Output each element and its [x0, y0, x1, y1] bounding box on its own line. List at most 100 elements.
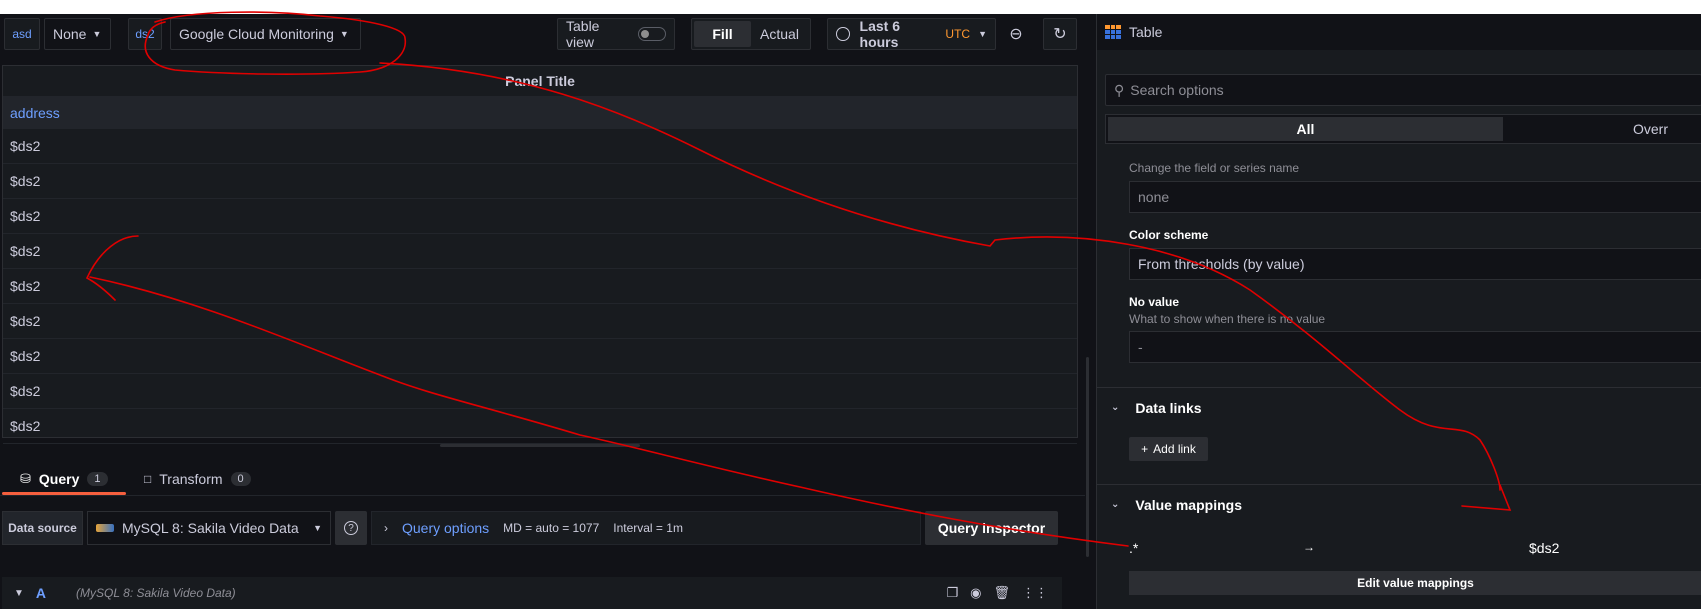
data-links-section[interactable]: ⌄ Data links — [1097, 387, 1701, 427]
variable-value: None — [53, 26, 87, 42]
data-source-value: MySQL 8: Sakila Video Data — [122, 520, 299, 536]
query-datasource-name: (MySQL 8: Sakila Video Data) — [76, 586, 236, 600]
tab-all[interactable]: All — [1108, 117, 1503, 141]
tab-count: 1 — [87, 472, 108, 486]
color-scheme-label: Color scheme — [1129, 228, 1209, 242]
zoom-out-icon: ⊖ — [1009, 26, 1023, 43]
table-row: $ds2 — [3, 164, 1077, 199]
search-icon: ⚲ — [1114, 81, 1125, 98]
chevron-down-icon: ▼ — [92, 29, 102, 39]
database-icon: ⛁ — [20, 471, 31, 486]
no-value-input[interactable]: - — [1129, 331, 1701, 363]
chevron-down-icon: ⌄ — [1111, 499, 1120, 510]
fill-option[interactable]: Fill — [694, 21, 751, 47]
table-row: $ds2 — [3, 129, 1077, 164]
max-data-points-info: MD = auto = 1077 — [503, 521, 600, 535]
toggle-switch[interactable] — [638, 27, 666, 41]
mysql-logo-icon — [96, 524, 114, 532]
variable-label-asd: asd — [4, 18, 40, 50]
top-edge — [0, 0, 1701, 14]
tab-transform[interactable]: □ Transform 0 — [144, 462, 251, 496]
panel-preview: Panel Title address $ds2 $ds2 $ds2 $ds2 … — [2, 65, 1078, 444]
drag-handle-icon[interactable]: ⋮⋮ — [1022, 585, 1048, 601]
refresh-icon: ↻ — [1053, 26, 1067, 43]
actual-option[interactable]: Actual — [751, 21, 808, 47]
data-source-label: Data source — [2, 511, 83, 545]
help-button[interactable]: ? — [335, 511, 367, 545]
query-ref-id[interactable]: A — [36, 585, 46, 601]
arrow-right-icon: → — [1303, 540, 1315, 554]
table-row: $ds2 — [3, 409, 1077, 444]
fill-actual-switch: Fill Actual — [691, 18, 811, 50]
chevron-right-icon: › — [384, 521, 388, 535]
value-mapping-row: .* → $ds2 — [1129, 536, 1701, 560]
vertical-scrollbar[interactable] — [1086, 357, 1089, 557]
query-row-a: ▼ A (MySQL 8: Sakila Video Data) ❐ ◉ 🗑 ⋮… — [2, 577, 1062, 609]
value-mappings-section[interactable]: ⌄ Value mappings — [1097, 484, 1701, 524]
visualization-name: Table — [1129, 24, 1163, 40]
tab-count: 0 — [230, 472, 251, 486]
search-placeholder: Search options — [1130, 82, 1224, 98]
edit-value-mappings-button[interactable]: Edit value mappings — [1129, 571, 1701, 595]
variable-select-ds2[interactable]: Google Cloud Monitoring ▼ — [170, 18, 361, 50]
color-scheme-select[interactable]: From thresholds (by value) — [1129, 248, 1701, 280]
tab-label: Transform — [159, 471, 223, 487]
options-pane: Table ⚲ Search options All Overr Change … — [1096, 14, 1701, 609]
transform-icon: □ — [144, 472, 152, 486]
variable-select-asd[interactable]: None ▼ — [44, 18, 111, 50]
duplicate-icon[interactable]: ❐ — [946, 585, 958, 601]
variable-value: Google Cloud Monitoring — [179, 26, 334, 42]
value-mappings-label: Value mappings — [1135, 496, 1242, 513]
tab-overrides[interactable]: Overr — [1503, 117, 1668, 141]
table-view-label: Table view — [566, 18, 600, 50]
no-value-description: What to show when there is no value — [1129, 312, 1326, 326]
collapse-chevron-icon[interactable]: ▼ — [14, 588, 24, 599]
no-value-label: No value — [1129, 295, 1180, 309]
visualization-picker[interactable]: Table — [1097, 14, 1701, 50]
query-editor-bar: Data source MySQL 8: Sakila Video Data ▼… — [0, 511, 1085, 547]
table-row: $ds2 — [3, 374, 1077, 409]
add-link-label: Add link — [1153, 442, 1196, 456]
table-row: $ds2 — [3, 269, 1077, 304]
active-tab-indicator — [2, 492, 126, 495]
horizontal-scrollbar[interactable] — [440, 444, 640, 447]
table-row: $ds2 — [3, 199, 1077, 234]
query-tabs: ⛁ Query 1 □ Transform 0 — [0, 462, 1085, 496]
tab-label: Query — [38, 471, 80, 487]
clock-icon — [836, 27, 850, 41]
table-view-toggle[interactable]: Table view — [557, 18, 675, 50]
data-source-select[interactable]: MySQL 8: Sakila Video Data ▼ — [87, 511, 331, 545]
table-row: $ds2 — [3, 339, 1077, 374]
time-range-label: Last 6 hours — [859, 18, 900, 50]
table-column-header[interactable]: address — [3, 96, 1077, 129]
display-name-description: Change the field or series name — [1129, 161, 1300, 175]
table-icon — [1105, 25, 1121, 39]
options-tabs: All Overr — [1105, 114, 1701, 144]
panel-title: Panel Title — [505, 73, 575, 89]
data-links-label: Data links — [1135, 399, 1202, 416]
mapping-from: .* — [1129, 540, 1139, 556]
table-row: $ds2 — [3, 234, 1077, 269]
chevron-down-icon: ▼ — [313, 523, 322, 533]
search-options-input[interactable]: ⚲ Search options — [1105, 74, 1701, 106]
refresh-button[interactable]: ↻ — [1043, 18, 1077, 50]
table-row: $ds2 — [3, 304, 1077, 339]
query-options[interactable]: › Query options MD = auto = 1077 Interva… — [371, 511, 921, 545]
chevron-down-icon: ⌄ — [1111, 402, 1120, 413]
time-picker[interactable]: Last 6 hours UTC ▼ — [827, 18, 996, 50]
trash-icon[interactable]: 🗑 — [993, 585, 1010, 601]
plus-icon: + — [1141, 442, 1149, 456]
query-inspector-button[interactable]: Query inspector — [925, 511, 1058, 545]
query-options-label: Query options — [402, 520, 490, 536]
mapping-to: $ds2 — [1529, 540, 1560, 556]
interval-info: Interval = 1m — [613, 521, 683, 535]
chevron-down-icon: ▼ — [978, 29, 987, 39]
zoom-out-button[interactable]: ⊖ — [1000, 18, 1032, 50]
chevron-down-icon: ▼ — [339, 29, 349, 39]
display-name-input[interactable]: none — [1129, 181, 1701, 213]
question-icon: ? — [344, 521, 358, 535]
add-link-button[interactable]: + Add link — [1129, 437, 1208, 461]
eye-icon[interactable]: ◉ — [970, 585, 981, 601]
timezone-label: UTC — [945, 27, 971, 41]
tab-query[interactable]: ⛁ Query 1 — [20, 462, 108, 496]
